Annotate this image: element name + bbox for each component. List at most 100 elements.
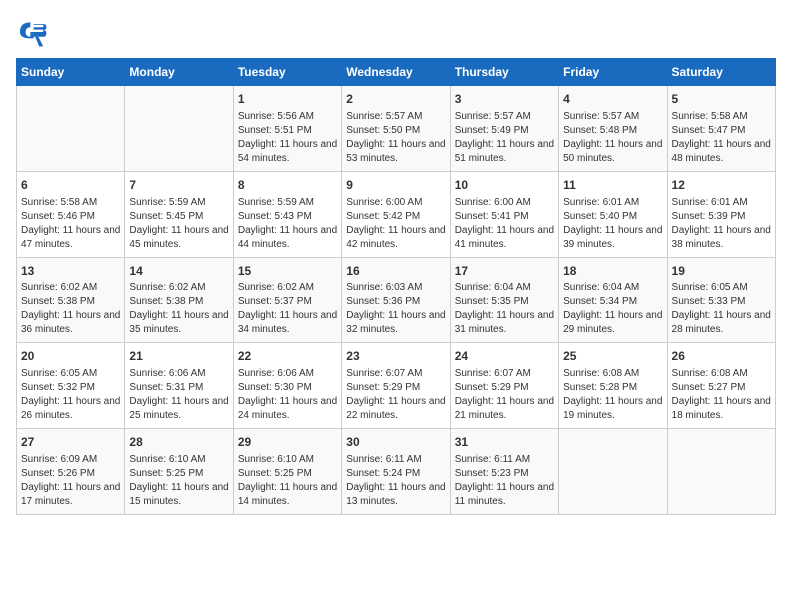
day-number: 30 — [346, 434, 445, 451]
calendar-cell: 22Sunrise: 6:06 AM Sunset: 5:30 PM Dayli… — [233, 343, 341, 429]
calendar-cell: 9 Sunrise: 6:00 AM Sunset: 5:42 PM Daylig… — [342, 171, 450, 257]
calendar-cell: 18Sunrise: 6:04 AM Sunset: 5:34 PM Dayli… — [559, 257, 667, 343]
cell-info: Sunrise: 6:10 AM Sunset: 5:25 PM Dayligh… — [238, 453, 337, 509]
cell-info: Sunrise: 6:04 AM Sunset: 5:35 PM Dayligh… — [455, 281, 554, 337]
calendar-cell — [125, 86, 233, 172]
header-wednesday: Wednesday — [342, 59, 450, 86]
cell-info: Sunrise: 5:57 AM Sunset: 5:50 PM Dayligh… — [346, 110, 445, 166]
cell-info: Sunrise: 6:08 AM Sunset: 5:28 PM Dayligh… — [563, 367, 662, 423]
day-number: 29 — [238, 434, 337, 451]
calendar-header: SundayMondayTuesdayWednesdayThursdayFrid… — [17, 59, 776, 86]
header-monday: Monday — [125, 59, 233, 86]
day-number: 24 — [455, 348, 554, 365]
cell-info: Sunrise: 5:59 AM Sunset: 5:43 PM Dayligh… — [238, 196, 337, 252]
day-number: 19 — [672, 263, 771, 280]
day-number: 6 — [21, 177, 120, 194]
day-number: 13 — [21, 263, 120, 280]
day-number: 1 — [238, 91, 337, 108]
calendar-cell: 8 Sunrise: 5:59 AM Sunset: 5:43 PM Daylig… — [233, 171, 341, 257]
calendar-cell: 4 Sunrise: 5:57 AM Sunset: 5:48 PM Daylig… — [559, 86, 667, 172]
calendar-cell — [667, 429, 775, 515]
day-number: 8 — [238, 177, 337, 194]
cell-info: Sunrise: 6:04 AM Sunset: 5:34 PM Dayligh… — [563, 281, 662, 337]
cell-info: Sunrise: 6:08 AM Sunset: 5:27 PM Dayligh… — [672, 367, 771, 423]
cell-info: Sunrise: 6:06 AM Sunset: 5:31 PM Dayligh… — [129, 367, 228, 423]
calendar-cell: 19Sunrise: 6:05 AM Sunset: 5:33 PM Dayli… — [667, 257, 775, 343]
cell-info: Sunrise: 6:05 AM Sunset: 5:33 PM Dayligh… — [672, 281, 771, 337]
day-number: 9 — [346, 177, 445, 194]
cell-info: Sunrise: 6:07 AM Sunset: 5:29 PM Dayligh… — [346, 367, 445, 423]
calendar-cell: 25 Sunrise: 6:08 AM Sunset: 5:28 PM Dayli… — [559, 343, 667, 429]
cell-info: Sunrise: 5:56 AM Sunset: 5:51 PM Dayligh… — [238, 110, 337, 166]
cell-info: Sunrise: 6:09 AM Sunset: 5:26 PM Dayligh… — [21, 453, 120, 509]
day-number: 2 — [346, 91, 445, 108]
calendar-body: 1 Sunrise: 5:56 AM Sunset: 5:51 PM Daylig… — [17, 86, 776, 515]
cell-info: Sunrise: 5:59 AM Sunset: 5:45 PM Dayligh… — [129, 196, 228, 252]
day-number: 16 — [346, 263, 445, 280]
calendar-cell: 28 Sunrise: 6:10 AM Sunset: 5:25 PM Dayli… — [125, 429, 233, 515]
day-number: 15 — [238, 263, 337, 280]
calendar-cell: 30 Sunrise: 6:11 AM Sunset: 5:24 PM Dayli… — [342, 429, 450, 515]
cell-info: Sunrise: 5:58 AM Sunset: 5:47 PM Dayligh… — [672, 110, 771, 166]
day-number: 25 — [563, 348, 662, 365]
day-number: 17 — [455, 263, 554, 280]
calendar-cell: 14Sunrise: 6:02 AM Sunset: 5:38 PM Dayli… — [125, 257, 233, 343]
cell-info: Sunrise: 6:00 AM Sunset: 5:42 PM Dayligh… — [346, 196, 445, 252]
day-number: 7 — [129, 177, 228, 194]
calendar-cell: 21 Sunrise: 6:06 AM Sunset: 5:31 PM Dayli… — [125, 343, 233, 429]
logo-icon — [16, 16, 48, 48]
header-tuesday: Tuesday — [233, 59, 341, 86]
cell-info: Sunrise: 6:06 AM Sunset: 5:30 PM Dayligh… — [238, 367, 337, 423]
day-number: 21 — [129, 348, 228, 365]
cell-info: Sunrise: 6:02 AM Sunset: 5:38 PM Dayligh… — [21, 281, 120, 337]
calendar-cell: 2 Sunrise: 5:57 AM Sunset: 5:50 PM Daylig… — [342, 86, 450, 172]
calendar-cell: 15Sunrise: 6:02 AM Sunset: 5:37 PM Dayli… — [233, 257, 341, 343]
header-row: SundayMondayTuesdayWednesdayThursdayFrid… — [17, 59, 776, 86]
calendar-cell: 11Sunrise: 6:01 AM Sunset: 5:40 PM Dayli… — [559, 171, 667, 257]
calendar-cell: 7 Sunrise: 5:59 AM Sunset: 5:45 PM Daylig… — [125, 171, 233, 257]
calendar-cell — [559, 429, 667, 515]
header-saturday: Saturday — [667, 59, 775, 86]
cell-info: Sunrise: 6:10 AM Sunset: 5:25 PM Dayligh… — [129, 453, 228, 509]
calendar-cell: 13Sunrise: 6:02 AM Sunset: 5:38 PM Dayli… — [17, 257, 125, 343]
cell-info: Sunrise: 5:58 AM Sunset: 5:46 PM Dayligh… — [21, 196, 120, 252]
calendar-cell: 12Sunrise: 6:01 AM Sunset: 5:39 PM Dayli… — [667, 171, 775, 257]
day-number: 28 — [129, 434, 228, 451]
calendar-cell: 27Sunrise: 6:09 AM Sunset: 5:26 PM Dayli… — [17, 429, 125, 515]
day-number: 10 — [455, 177, 554, 194]
calendar-cell: 3 Sunrise: 5:57 AM Sunset: 5:49 PM Daylig… — [450, 86, 558, 172]
day-number: 4 — [563, 91, 662, 108]
day-number: 11 — [563, 177, 662, 194]
calendar-cell: 23 Sunrise: 6:07 AM Sunset: 5:29 PM Dayli… — [342, 343, 450, 429]
week-row-2: 13Sunrise: 6:02 AM Sunset: 5:38 PM Dayli… — [17, 257, 776, 343]
page-header — [16, 16, 776, 48]
calendar-cell: 10 Sunrise: 6:00 AM Sunset: 5:41 PM Dayli… — [450, 171, 558, 257]
cell-info: Sunrise: 6:11 AM Sunset: 5:24 PM Dayligh… — [346, 453, 445, 509]
day-number: 20 — [21, 348, 120, 365]
calendar-cell: 20 Sunrise: 6:05 AM Sunset: 5:32 PM Dayli… — [17, 343, 125, 429]
week-row-4: 27Sunrise: 6:09 AM Sunset: 5:26 PM Dayli… — [17, 429, 776, 515]
cell-info: Sunrise: 5:57 AM Sunset: 5:49 PM Dayligh… — [455, 110, 554, 166]
calendar-cell: 6 Sunrise: 5:58 AM Sunset: 5:46 PM Daylig… — [17, 171, 125, 257]
day-number: 5 — [672, 91, 771, 108]
day-number: 18 — [563, 263, 662, 280]
cell-info: Sunrise: 6:01 AM Sunset: 5:39 PM Dayligh… — [672, 196, 771, 252]
cell-info: Sunrise: 6:02 AM Sunset: 5:38 PM Dayligh… — [129, 281, 228, 337]
cell-info: Sunrise: 6:03 AM Sunset: 5:36 PM Dayligh… — [346, 281, 445, 337]
calendar-cell: 16Sunrise: 6:03 AM Sunset: 5:36 PM Dayli… — [342, 257, 450, 343]
cell-info: Sunrise: 6:05 AM Sunset: 5:32 PM Dayligh… — [21, 367, 120, 423]
cell-info: Sunrise: 6:00 AM Sunset: 5:41 PM Dayligh… — [455, 196, 554, 252]
day-number: 26 — [672, 348, 771, 365]
calendar-cell: 26 Sunrise: 6:08 AM Sunset: 5:27 PM Dayli… — [667, 343, 775, 429]
calendar-cell: 17Sunrise: 6:04 AM Sunset: 5:35 PM Dayli… — [450, 257, 558, 343]
cell-info: Sunrise: 6:11 AM Sunset: 5:23 PM Dayligh… — [455, 453, 554, 509]
header-sunday: Sunday — [17, 59, 125, 86]
calendar-cell: 29 Sunrise: 6:10 AM Sunset: 5:25 PM Dayli… — [233, 429, 341, 515]
calendar-cell: 1 Sunrise: 5:56 AM Sunset: 5:51 PM Daylig… — [233, 86, 341, 172]
cell-info: Sunrise: 6:02 AM Sunset: 5:37 PM Dayligh… — [238, 281, 337, 337]
header-friday: Friday — [559, 59, 667, 86]
header-thursday: Thursday — [450, 59, 558, 86]
day-number: 23 — [346, 348, 445, 365]
day-number: 3 — [455, 91, 554, 108]
cell-info: Sunrise: 5:57 AM Sunset: 5:48 PM Dayligh… — [563, 110, 662, 166]
